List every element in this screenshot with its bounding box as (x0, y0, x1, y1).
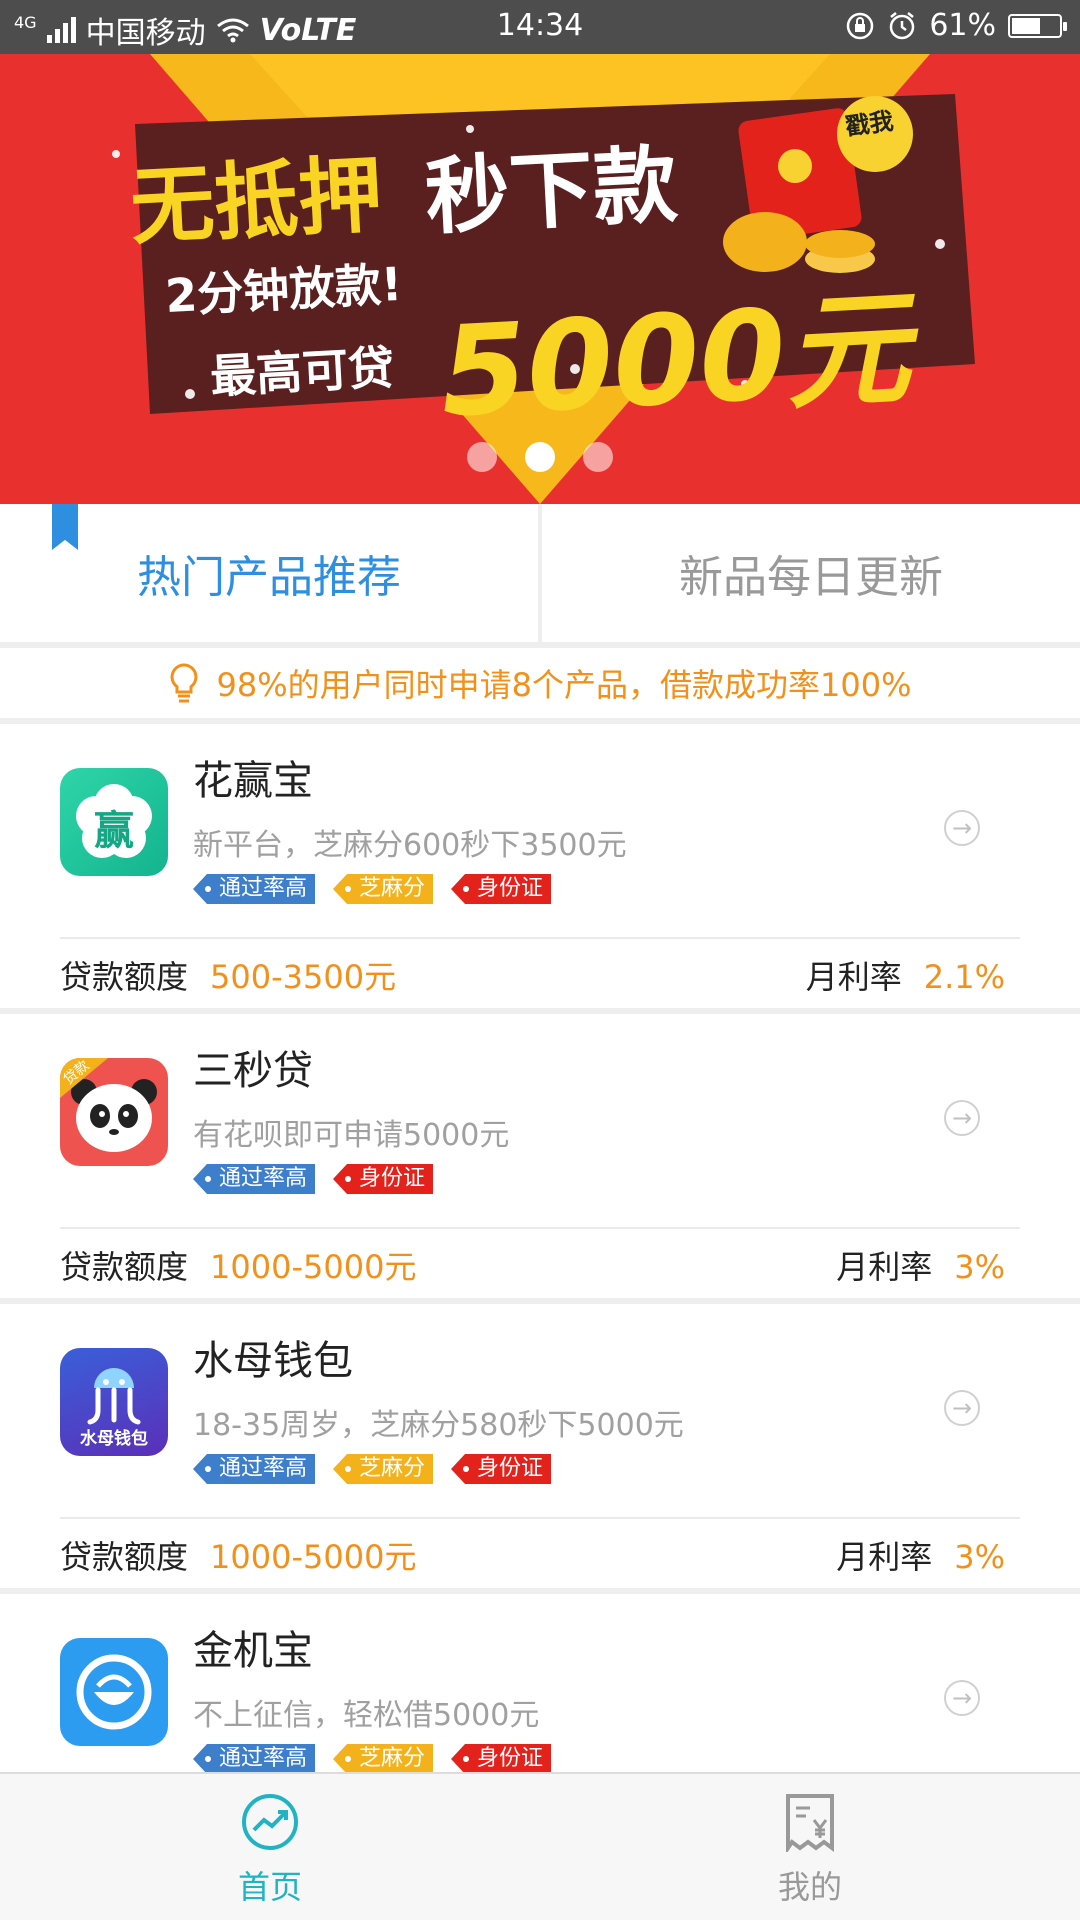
alarm-icon (890, 11, 915, 39)
banner-badge: 戳我 (843, 106, 896, 142)
tag-pass-rate: 通过率高 (193, 874, 316, 904)
product-card[interactable]: 贷款 三秒贷 有花呗即可申请5000元 通过率高 身份证 → 贷款额度 1000-… (0, 1014, 1080, 1298)
bookmark-icon (52, 504, 78, 550)
product-desc: 有花呗即可申请5000元 (193, 1118, 510, 1153)
receipt-icon (786, 1794, 834, 1852)
rate-label: 月利率 (836, 1248, 933, 1286)
product-footer: 贷款额度 1000-5000元 月利率 3% (60, 1532, 1005, 1578)
promo-banner[interactable]: 无抵押 秒下款 2分钟放款! 最高可贷 5000元 戳我 (0, 54, 1080, 504)
rate-label: 月利率 (805, 958, 902, 996)
nav-home[interactable]: 首页 (0, 1774, 540, 1920)
category-tabs: 热门产品推荐 新品每日更新 (0, 504, 1080, 642)
tag-sesame: 芝麻分 (333, 1454, 434, 1484)
battery-percent: 61% (929, 8, 996, 43)
notice-bar: 98%的用户同时申请8个产品，借款成功率100% (0, 648, 1080, 718)
battery-icon (1008, 13, 1067, 38)
chart-trend-icon (242, 1794, 298, 1850)
rate-value: 2.1% (923, 958, 1005, 996)
arrow-right-icon[interactable]: → (944, 810, 980, 846)
amount-value: 1000-5000元 (210, 1248, 417, 1286)
product-tags: 通过率高 芝麻分 身份证 (193, 1454, 552, 1484)
product-name: 水母钱包 (193, 1338, 353, 1384)
status-bar: 4G 中国移动 VoLTE 14:34 61% (0, 0, 1080, 54)
rate-value: 3% (954, 1248, 1005, 1286)
divider (60, 1227, 1020, 1229)
bottom-nav: 首页 我的 (0, 1772, 1080, 1920)
tag-pass-rate: 通过率高 (193, 1454, 316, 1484)
product-name: 花赢宝 (193, 758, 313, 804)
lightbulb-icon (170, 663, 197, 703)
rate-label: 月利率 (836, 1538, 933, 1576)
product-logo: 水母钱包 (60, 1348, 168, 1456)
product-card[interactable]: 水母钱包 水母钱包 18-35周岁，芝麻分580秒下5000元 通过率高 芝麻分… (0, 1304, 1080, 1588)
product-logo: 贷款 (60, 1058, 168, 1166)
pager-dot[interactable] (467, 442, 497, 472)
amount-value: 1000-5000元 (210, 1538, 417, 1576)
amount-label: 贷款额度 (60, 958, 189, 996)
product-desc: 不上征信，轻松借5000元 (193, 1698, 540, 1733)
arrow-right-icon[interactable]: → (944, 1100, 980, 1136)
divider (60, 937, 1020, 939)
amount-label: 贷款额度 (60, 1248, 189, 1286)
tag-pass-rate: 通过率高 (193, 1164, 316, 1194)
product-footer: 贷款额度 1000-5000元 月利率 3% (60, 1242, 1005, 1288)
pager-dot[interactable] (583, 442, 613, 472)
arrow-right-icon[interactable]: → (944, 1680, 980, 1716)
arrow-right-icon[interactable]: → (944, 1390, 980, 1426)
tag-sesame: 芝麻分 (333, 1744, 434, 1774)
product-tags: 通过率高 芝麻分 身份证 (193, 874, 552, 904)
tag-id-card: 身份证 (451, 1744, 552, 1774)
banner-headline-1: 无抵押 (127, 145, 385, 257)
product-name: 三秒贷 (193, 1048, 313, 1094)
banner-headline-2: 秒下款 (422, 135, 680, 247)
product-name: 金机宝 (193, 1628, 313, 1674)
amount-value: 500-3500元 (210, 958, 397, 996)
product-tags: 通过率高 身份证 (193, 1164, 434, 1194)
pager-dot-active[interactable] (525, 442, 555, 472)
product-logo (60, 1638, 168, 1746)
product-footer: 贷款额度 500-3500元 月利率 2.1% (60, 952, 1005, 998)
tab-hot-products[interactable]: 热门产品推荐 (0, 504, 538, 642)
rate-value: 3% (954, 1538, 1005, 1576)
nav-mine[interactable]: 我的 (540, 1774, 1080, 1920)
tag-id-card: 身份证 (451, 1454, 552, 1484)
banner-amount: 5000元 (437, 276, 914, 446)
product-tags: 通过率高 芝麻分 身份证 (193, 1744, 552, 1774)
product-desc: 新平台，芝麻分600秒下3500元 (193, 828, 627, 863)
tag-sesame: 芝麻分 (333, 874, 434, 904)
product-logo: 赢 (60, 768, 168, 876)
product-list: 赢 花赢宝 新平台，芝麻分600秒下3500元 通过率高 芝麻分 身份证 → 贷… (0, 724, 1080, 1884)
tab-new-products[interactable]: 新品每日更新 (542, 504, 1080, 642)
notice-text: 98%的用户同时申请8个产品，借款成功率100% (216, 666, 912, 704)
product-card[interactable]: 赢 花赢宝 新平台，芝麻分600秒下3500元 通过率高 芝麻分 身份证 → 贷… (0, 724, 1080, 1008)
amount-label: 贷款额度 (60, 1538, 189, 1576)
tag-pass-rate: 通过率高 (193, 1744, 316, 1774)
tag-id-card: 身份证 (333, 1164, 434, 1194)
product-desc: 18-35周岁，芝麻分580秒下5000元 (193, 1408, 684, 1443)
divider (60, 1517, 1020, 1519)
banner-pager (0, 442, 1080, 472)
banner-line-fast: 2分钟放款! (163, 256, 404, 324)
tag-id-card: 身份证 (451, 874, 552, 904)
banner-line-max: 最高可贷 (208, 340, 396, 404)
rotation-lock-icon (847, 12, 874, 39)
